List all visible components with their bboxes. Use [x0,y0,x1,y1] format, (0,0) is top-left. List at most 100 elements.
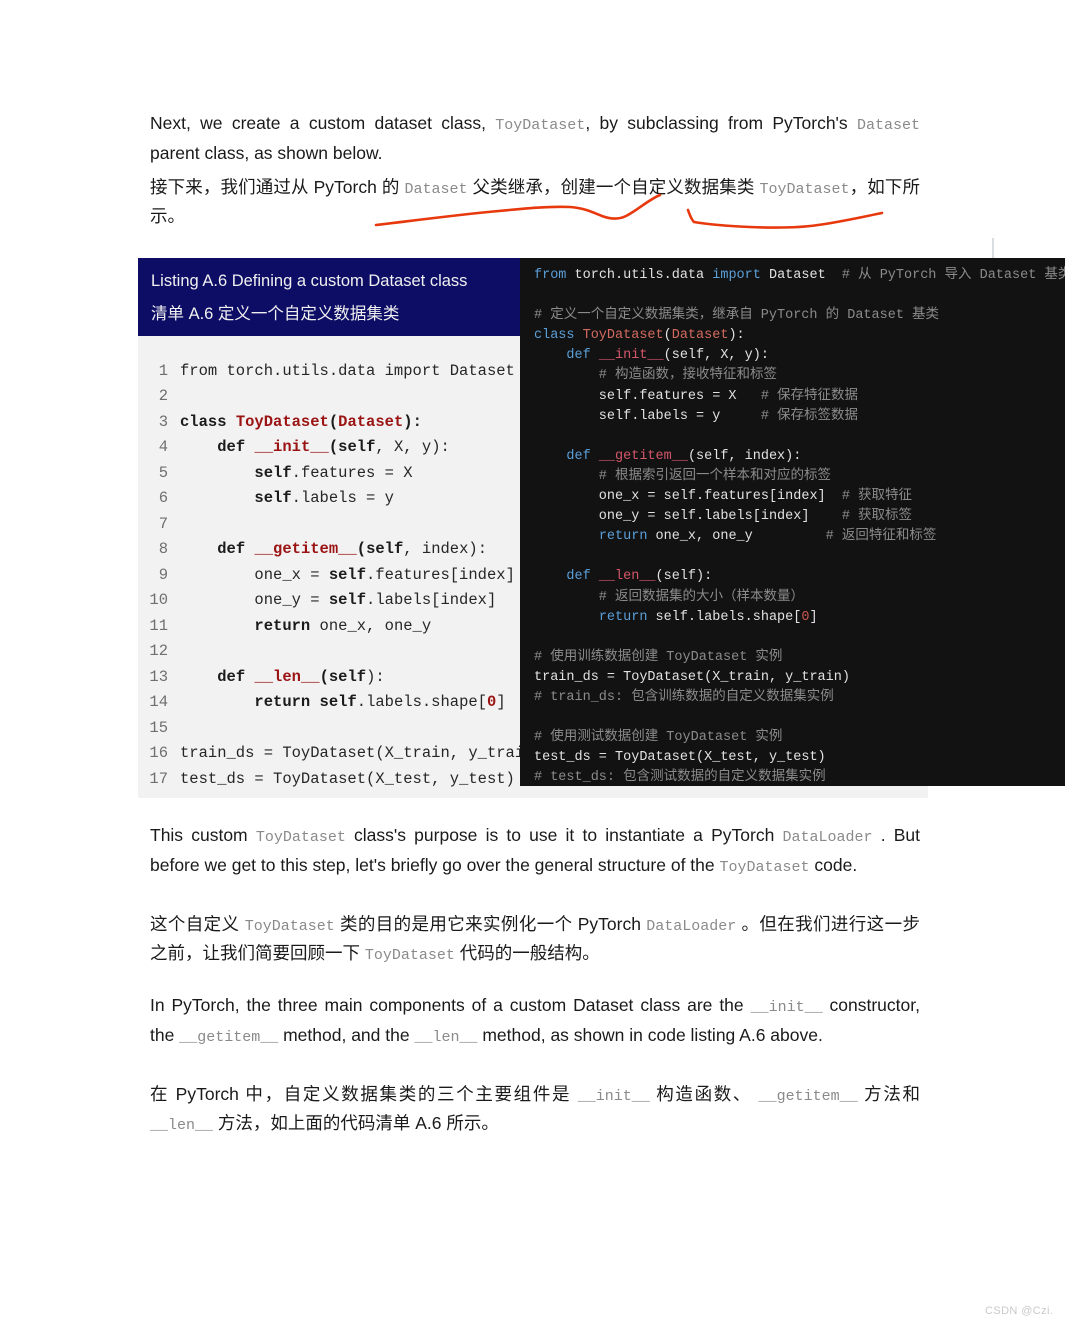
text-run: method, as shown in code listing A.6 abo… [482,1024,823,1045]
line-number: 1 [158,361,168,380]
code-text: self.features = X [254,463,413,482]
code-text: one_x = self.features[index] [180,565,515,584]
inline-code: __getitem__ [758,1088,858,1105]
annotated-code-line: return one_x, one_y # 返回特征和标签 [598,529,937,545]
inline-code: Dataset [856,117,920,134]
annotated-code-line [520,547,1065,567]
code-text: from torch.utils.data import Dataset [180,361,515,380]
annotated-code-line: self.features = X # 保存特征数据 [534,388,859,404]
text-run: 这个自定义 [150,914,240,934]
inline-code: ToyDataset [364,947,455,964]
annotated-code-line: # 定义一个自定义数据集类，继承自 PyTorch 的 Dataset 基类 [534,308,940,324]
code-text: def __len__(self): [217,667,385,686]
inline-code: Dataset [404,181,468,198]
inline-code: DataLoader [646,918,737,935]
text-run: , by subclassing from PyTorch's [585,113,848,133]
code-text: test_ds = ToyDataset(X_test, y_test) [180,769,515,788]
inline-code: ToyDataset [495,117,586,134]
annotated-code-line: def __getitem__(self, index): [566,448,802,464]
line-number: 7 [158,514,168,533]
line-number: 16 [149,744,168,763]
annotated-code-line: # train_ds: 包含训练数据的自定义数据集实例 [534,689,834,705]
inline-code: __getitem__ [179,1028,279,1046]
text-run: 在 PyTorch 中，自定义数据集类的三个主要组件是 [150,1084,572,1104]
paragraph-mid-zh: 这个自定义 ToyDataset 类的目的是用它来实例化一个 PyTorch D… [150,911,920,969]
annotated-code-line: from torch.utils.data import Dataset # 从… [534,268,1065,283]
line-number: 11 [149,616,168,635]
code-text: self.labels = y [254,489,394,508]
listing-caption-zh: 清单 A.6 定义一个自定义数据集类 [151,305,400,323]
annotated-code-line: def __len__(self): [566,569,713,585]
text-run: 构造函数、 [656,1084,753,1104]
annotated-code-line: one_y = self.labels[index] # 获取标签 [534,509,913,525]
code-text: def __getitem__(self, index): [217,540,488,559]
paragraph-last-zh: 在 PyTorch 中，自定义数据集类的三个主要组件是 __init__ 构造函… [150,1081,920,1139]
annotated-code-line [520,708,1065,728]
annotated-code-line [520,286,1065,306]
annotated-code-line: # 使用测试数据创建 ToyDataset 实例 [534,730,783,746]
inline-code: ToyDataset [255,829,346,846]
annotated-code-line [520,628,1065,648]
inline-code: ToyDataset [244,918,335,935]
text-run: 类的目的是用它来实例化一个 PyTorch [339,914,641,934]
inline-code: __init__ [577,1088,650,1105]
listing-caption-en: Listing A.6 Defining a custom Dataset cl… [151,272,468,290]
code-text: train_ds = ToyDataset(X_train, y_train) [180,744,543,763]
paragraph-mid-en: This custom ToyDataset class's purpose i… [150,822,920,881]
annotated-code-line: return self.labels.shape[0] [598,609,818,625]
code-text: return self.labels.shape[0] [254,693,506,712]
annotated-code-line: # test_ds: 包含测试数据的自定义数据集实例 [534,770,826,786]
text-run: 方法，如上面的代码清单 A.6 所示。 [217,1113,499,1133]
text-run: parent class, as shown below. [150,142,383,163]
annotated-code-line: def __init__(self, X, y): [566,348,769,364]
text-run: 方法和 [864,1084,920,1104]
annotated-code-line: # 返回数据集的大小（样本数量） [534,589,805,605]
line-number: 15 [149,718,168,737]
watermark-csdn: CSDN @Czi. [985,1305,1054,1317]
line-number: 9 [158,565,168,584]
inline-code: __len__ [414,1028,478,1046]
code-listing-dark-annotated: from torch.utils.data import Dataset # 从… [520,258,1065,786]
inline-code: __len__ [150,1117,214,1134]
paragraph-last-en: In PyTorch, the three main components of… [150,992,920,1051]
text-run: 父类继承，创建一个自定义数据集类 [472,177,755,197]
line-number: 8 [158,540,168,559]
document-page: Next, we create a custom dataset class, … [0,0,1065,1332]
text-run: code. [814,854,858,875]
annotated-code-line: # 使用训练数据创建 ToyDataset 实例 [534,649,783,665]
inline-code: ToyDataset [759,181,850,198]
line-number: 5 [158,463,168,482]
code-text: def __init__(self, X, y): [217,438,450,457]
inline-code: DataLoader [782,829,873,846]
text-run: method, and the [283,1024,410,1045]
code-text: one_y = self.labels[index] [180,591,497,610]
annotated-code-line: # 构造函数，接收特征和标签 [534,368,778,384]
line-number: 2 [158,387,168,406]
line-number: 3 [158,412,168,431]
annotated-code-line: test_ds = ToyDataset(X_test, y_test) [534,750,826,766]
cursor-tick-mark [992,238,994,258]
line-number: 17 [149,769,168,788]
line-number: 14 [149,693,168,712]
annotated-code-line: train_ds = ToyDataset(X_train, y_train) [534,669,850,685]
code-text: return one_x, one_y [254,616,432,635]
text-run: 接下来，我们通过从 PyTorch 的 [150,177,400,197]
annotated-code-line: # 根据索引返回一个样本和对应的标签 [534,468,832,484]
paragraph-intro-zh: 接下来，我们通过从 PyTorch 的 Dataset 父类继承，创建一个自定义… [150,174,920,230]
text-run: In PyTorch, the three main components of… [150,995,744,1015]
line-number: 4 [158,438,168,457]
paragraph-intro-en: Next, we create a custom dataset class, … [150,110,920,166]
annotated-code-line: class ToyDataset(Dataset): [534,328,745,344]
inline-code: ToyDataset [719,858,810,876]
code-text: class ToyDataset(Dataset): [180,412,422,431]
annotated-code-line: one_x = self.features[index] # 获取特征 [534,489,913,505]
line-number: 6 [158,489,168,508]
line-number: 10 [149,591,168,610]
text-run: Next, we create a custom dataset class, [150,113,486,133]
text-run: 代码的一般结构。 [459,943,600,963]
line-number: 12 [149,642,168,661]
inline-code: __init__ [750,999,823,1016]
annotated-code-line [520,427,1065,447]
listing-caption-bar: Listing A.6 Defining a custom Dataset cl… [138,258,528,336]
annotated-code-line: self.labels = y # 保存标签数据 [534,408,859,424]
